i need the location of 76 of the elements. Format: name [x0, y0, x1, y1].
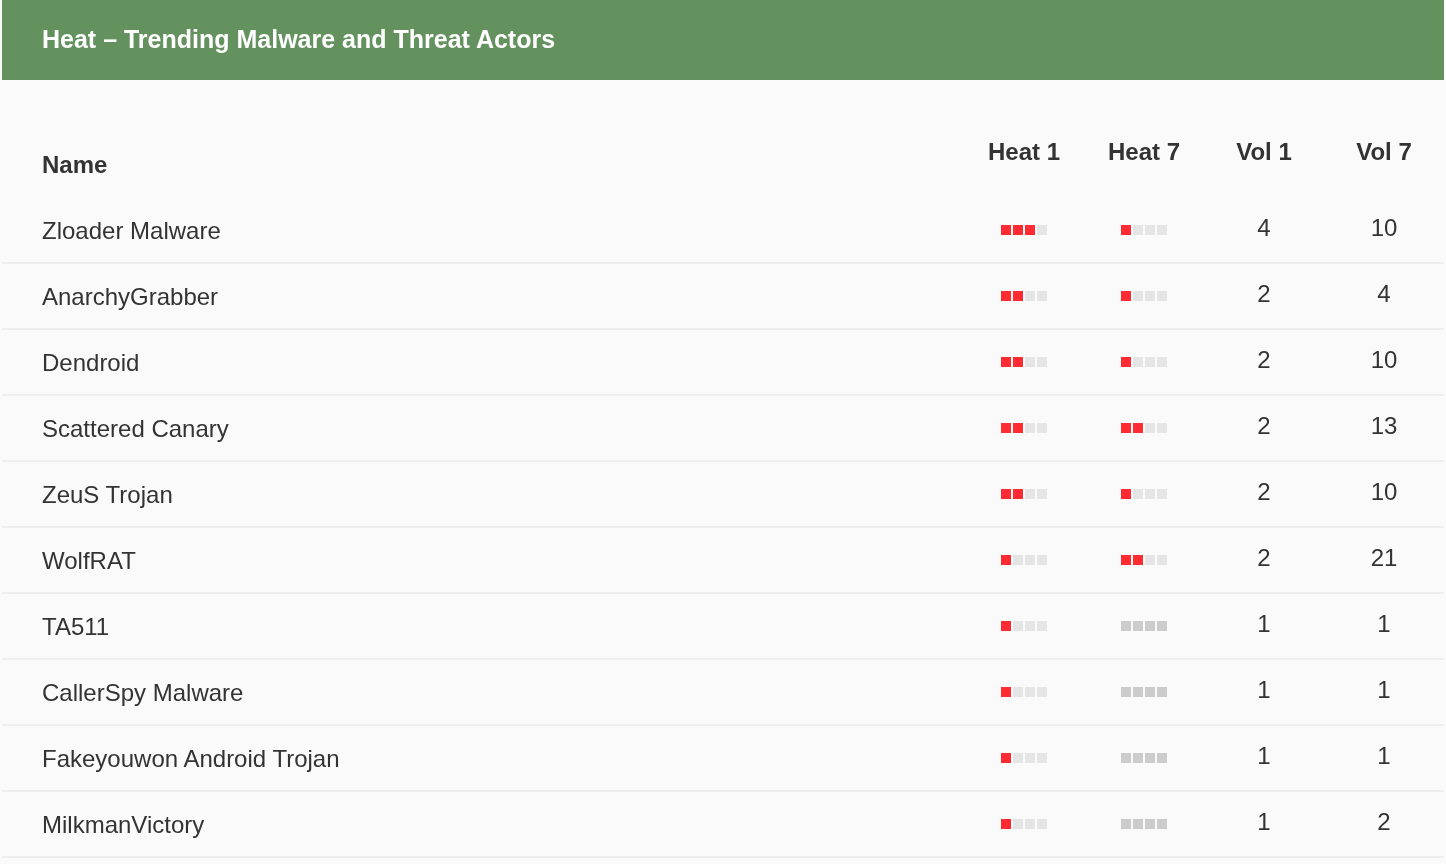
table-cell-text: 1 [1377, 741, 1391, 771]
heat-square [1133, 555, 1143, 565]
name-cell-text: WolfRAT [42, 546, 136, 576]
heat-square [1001, 753, 1011, 763]
heat-square [1157, 687, 1167, 697]
heat-square [1157, 621, 1167, 631]
table-cell-text: 1 [1257, 741, 1271, 771]
table-cell-text: 2 [1257, 411, 1271, 441]
table-cell-text: 10 [1370, 345, 1398, 375]
heat-square [1133, 687, 1143, 697]
table-cell-text: 1 [1257, 675, 1271, 705]
heat-square [1145, 753, 1155, 763]
heat-square [1121, 357, 1131, 367]
table-cell-text: 4 [1257, 213, 1271, 243]
name-cell-text: Scattered Canary [42, 414, 229, 444]
heat-square [1013, 357, 1023, 367]
heat-square [1013, 423, 1023, 433]
name-cell-text: AnarchyGrabber [42, 282, 219, 312]
heat-square [1121, 489, 1131, 499]
heat-square [1133, 423, 1143, 433]
heat-square [1001, 555, 1011, 565]
heat-square [1133, 819, 1143, 829]
table-cell-text: 21 [1370, 543, 1398, 573]
heat-square [1157, 819, 1167, 829]
heat-square [1121, 423, 1131, 433]
heat-square [1157, 753, 1167, 763]
name-cell-text: ZeuS Trojan [42, 480, 173, 510]
name-cell-text: Dendroid [42, 348, 140, 378]
heat-square [1121, 753, 1131, 763]
column-header: Heat 7 [1107, 137, 1180, 167]
heat-square [1133, 621, 1143, 631]
heat-square [1121, 819, 1131, 829]
table-cell-text: 4 [1377, 279, 1391, 309]
table-cell-text: 10 [1370, 213, 1398, 243]
heat-square [1001, 357, 1011, 367]
heat-square [1121, 621, 1131, 631]
name-cell-text: MilkmanVictory [42, 810, 205, 840]
table-cell-text: 1 [1257, 609, 1271, 639]
heat-square [1145, 687, 1155, 697]
table-cell-text: 1 [1257, 807, 1271, 837]
table-cell-text: 2 [1257, 345, 1271, 375]
column-header: Vol 7 [1356, 137, 1412, 167]
column-header: Vol 1 [1236, 137, 1292, 167]
table-cell-text: 2 [1257, 477, 1271, 507]
heat-square [1025, 225, 1035, 235]
heat-square [1145, 819, 1155, 829]
heat-square [1013, 291, 1023, 301]
table-cell-text: 1 [1377, 609, 1391, 639]
heat-square [1121, 687, 1131, 697]
heat-square [1001, 291, 1011, 301]
heat-square [1001, 819, 1011, 829]
column-header: Heat 1 [987, 137, 1060, 167]
heat-square [1001, 687, 1011, 697]
header-title: Heat – Trending Malware and Threat Actors [42, 24, 556, 56]
heat-square [1001, 621, 1011, 631]
heat-square [1001, 489, 1011, 499]
name-cell-text: TA511 [42, 612, 110, 642]
heat-square [1121, 225, 1131, 235]
column-header: Name [42, 150, 108, 180]
heat-square [1001, 225, 1011, 235]
heat-square [1001, 423, 1011, 433]
table-cell-text: 2 [1377, 807, 1391, 837]
name-cell-text: CallerSpy Malware [42, 678, 244, 708]
table-cell-text: 13 [1370, 411, 1398, 441]
table-cell-text: 2 [1257, 543, 1271, 573]
heat-square [1145, 621, 1155, 631]
table-cell-text: 10 [1370, 477, 1398, 507]
table-cell-text: 2 [1257, 279, 1271, 309]
heat-square [1133, 753, 1143, 763]
table-cell-text: 1 [1377, 675, 1391, 705]
heat-square [1013, 489, 1023, 499]
heat-square [1013, 225, 1023, 235]
name-cell-text: Zloader Malware [42, 216, 221, 246]
heat-square [1121, 291, 1131, 301]
name-cell-text: Fakeyouwon Android Trojan [42, 744, 340, 774]
heat-square [1121, 555, 1131, 565]
